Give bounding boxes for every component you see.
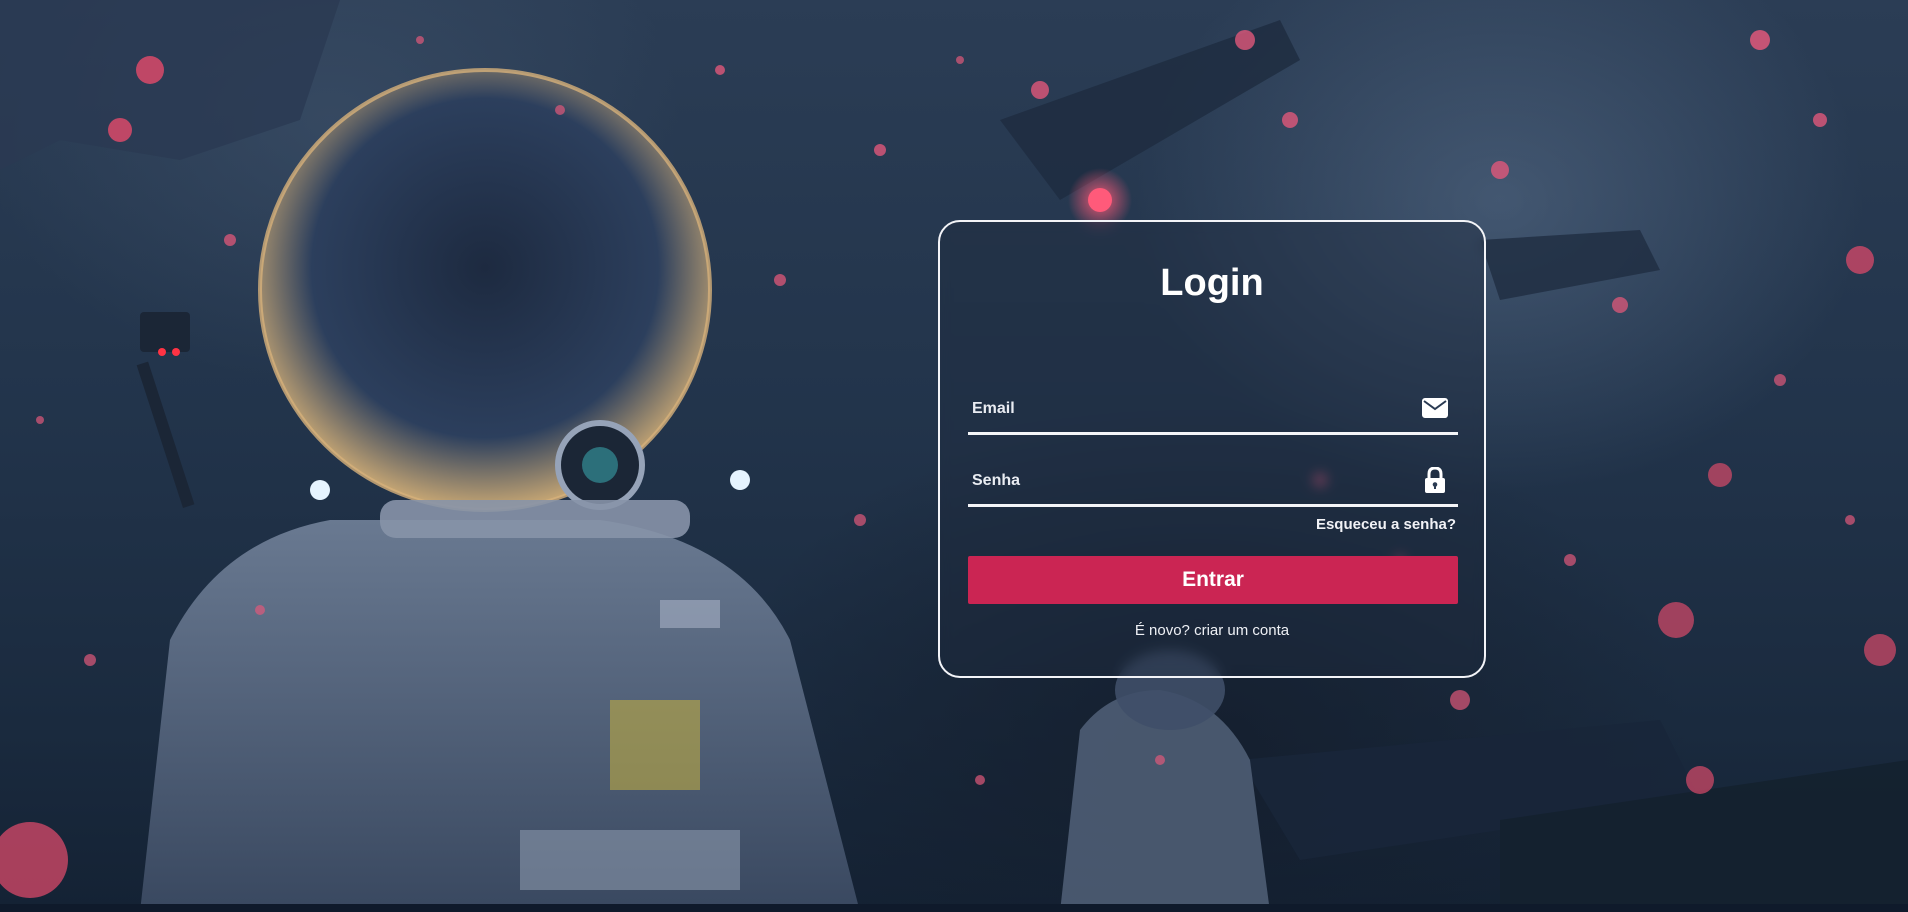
email-input[interactable] <box>970 388 1404 430</box>
signup-prompt: É novo? criar um conta <box>940 622 1484 639</box>
envelope-icon <box>1422 396 1448 420</box>
password-field <box>968 458 1458 507</box>
login-title: Login <box>1160 262 1264 304</box>
lock-icon <box>1422 467 1448 493</box>
login-button[interactable]: Entrar <box>968 556 1458 604</box>
forgot-password-link[interactable]: Esqueceu a senha? <box>1316 516 1456 533</box>
password-input[interactable] <box>970 460 1404 502</box>
email-field <box>968 386 1458 435</box>
bottom-strip <box>0 904 1908 912</box>
login-card: Login Esqueceu a senha? Entrar É novo? c… <box>938 220 1486 678</box>
signup-question: É novo? <box>1134 622 1190 639</box>
signup-link[interactable]: criar um conta <box>1194 622 1289 639</box>
